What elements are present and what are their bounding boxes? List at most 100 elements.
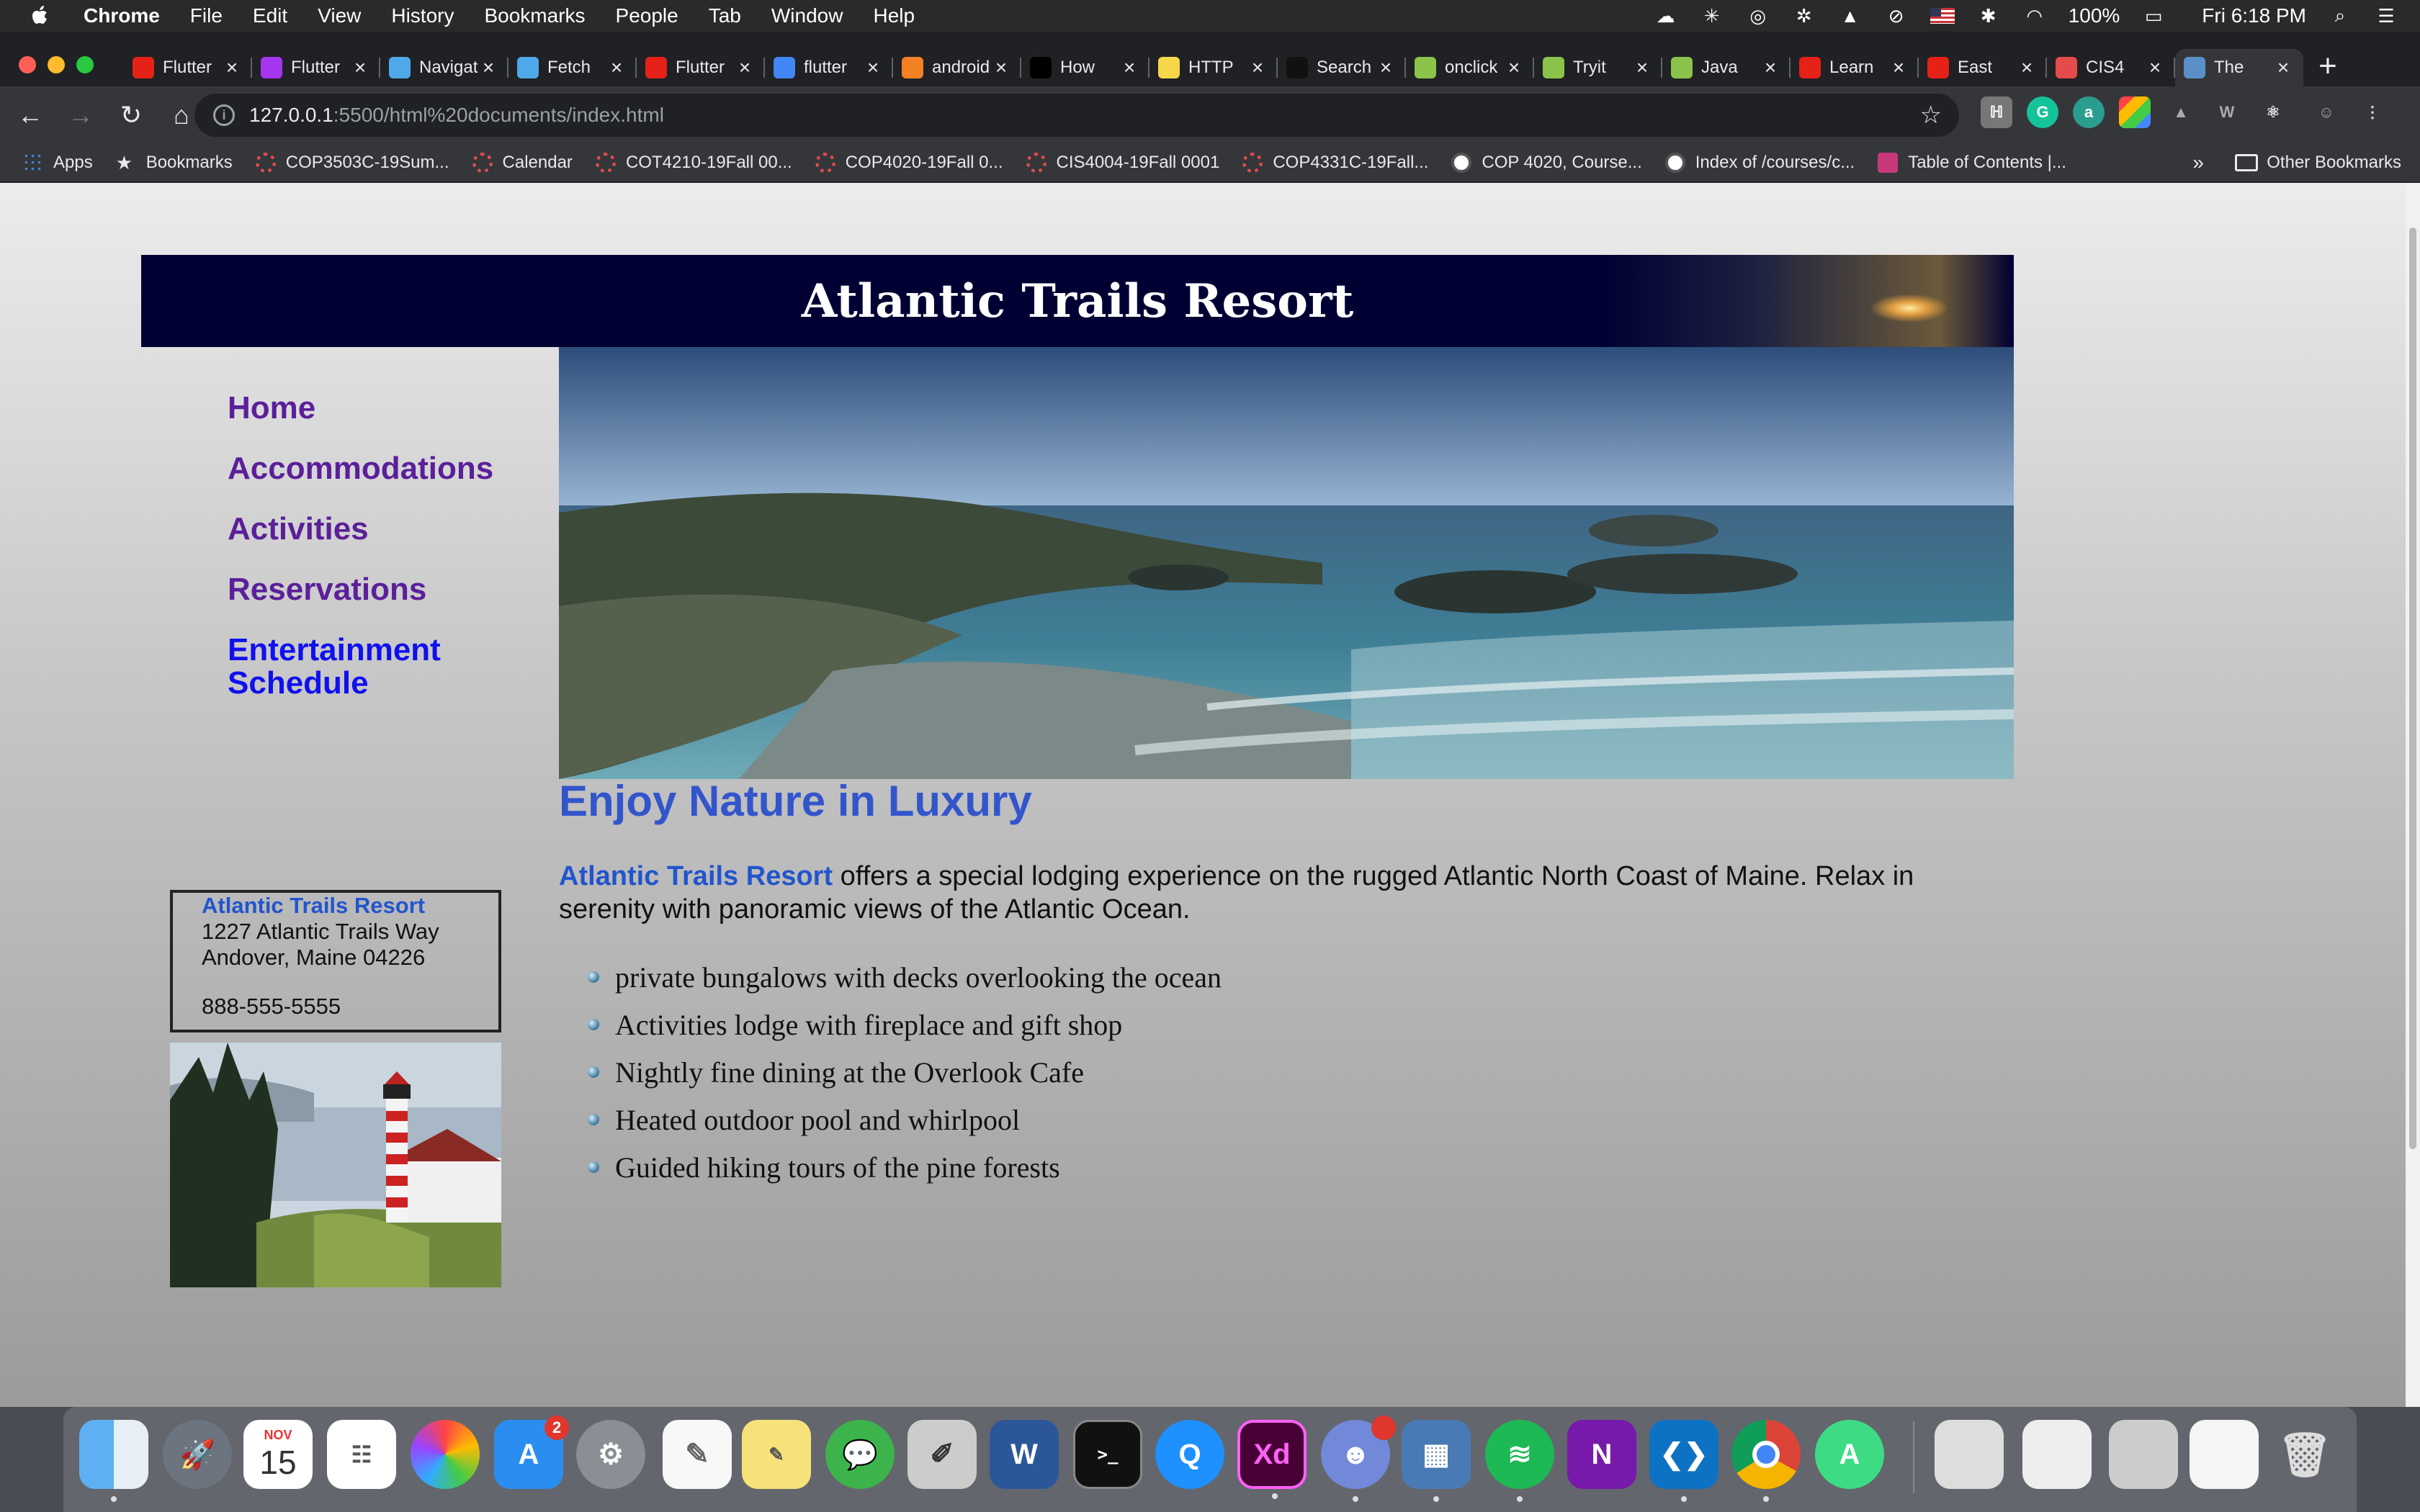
bookmark-star-icon[interactable]: ☆ — [1920, 101, 1942, 130]
back-arrow-icon[interactable]: ← — [9, 94, 52, 137]
sparkle-icon[interactable]: ✳ — [1700, 5, 1724, 27]
close-window-button[interactable] — [19, 56, 36, 73]
close-tab-icon[interactable]: × — [735, 56, 755, 79]
browser-tab[interactable]: Flutter × — [124, 49, 252, 86]
browser-tab[interactable]: Fetch × — [508, 49, 637, 86]
browser-tab[interactable]: Java × — [1662, 49, 1791, 86]
app-store-icon[interactable]: A2 — [494, 1416, 569, 1489]
close-tab-icon[interactable]: × — [1760, 56, 1780, 79]
bookmark-item[interactable]: COP3503C-19Sum... — [255, 153, 449, 173]
scrollbar-thumb[interactable] — [2409, 228, 2416, 1149]
wappalyzer-icon[interactable]: W — [2211, 96, 2243, 128]
reload-icon[interactable]: ↻ — [109, 94, 153, 137]
browser-tab[interactable]: Tryit × — [1534, 49, 1662, 86]
close-tab-icon[interactable]: × — [1376, 56, 1396, 79]
grammarly-icon[interactable]: G — [2027, 96, 2058, 128]
preview-icon[interactable]: ▦ — [1402, 1420, 1471, 1502]
close-tab-icon[interactable]: × — [2017, 56, 2037, 79]
bookmark-item[interactable]: COP 4020, Course... — [1451, 153, 1642, 173]
close-tab-icon[interactable]: × — [350, 56, 370, 79]
discord-icon[interactable]: ☻ — [1321, 1416, 1396, 1502]
textedit-icon[interactable]: ✎ — [663, 1420, 732, 1489]
google-chrome-icon[interactable] — [1731, 1420, 1801, 1502]
nav-reservations-link[interactable]: Reservations — [228, 573, 493, 606]
bookmark-item[interactable]: Index of /courses/c... — [1664, 153, 1855, 173]
address-bar[interactable]: i 127.0.0.1 :5500/html%20documents/index… — [194, 94, 1959, 137]
browser-tab[interactable]: How × — [1021, 49, 1150, 86]
browser-tab[interactable]: Flutter × — [637, 49, 765, 86]
us-flag-input-icon[interactable] — [1930, 8, 1955, 24]
spotlight-search-icon[interactable]: ⌕ — [2328, 4, 2352, 27]
microsoft-word-icon[interactable]: W — [990, 1420, 1059, 1489]
zoom-window-button[interactable] — [76, 56, 94, 73]
wechat-icon[interactable]: 💬 — [825, 1420, 895, 1489]
app-menu-chrome[interactable]: Chrome — [84, 4, 160, 27]
menu-bookmarks[interactable]: Bookmarks — [484, 4, 585, 27]
close-tab-icon[interactable]: × — [991, 56, 1011, 79]
close-tab-icon[interactable]: × — [222, 56, 242, 79]
browser-tab[interactable]: Navigation× — [380, 49, 508, 86]
colorful-extension-icon[interactable] — [2119, 96, 2151, 128]
browser-tab[interactable]: CIS4 × — [2047, 49, 2175, 86]
page-scrollbar[interactable] — [2406, 183, 2420, 1407]
notification-center-icon[interactable]: ☰ — [2374, 5, 2398, 27]
terminal-icon[interactable]: >_ — [1073, 1420, 1142, 1489]
nav-home-link[interactable]: Home — [228, 392, 493, 425]
browser-tab[interactable]: Flutter × — [252, 49, 380, 86]
menu-edit[interactable]: Edit — [253, 4, 287, 27]
adobe-xd-icon[interactable]: Xd — [1237, 1420, 1307, 1499]
icloud-icon[interactable]: ☁ — [1654, 5, 1678, 27]
spotify-icon[interactable]: ≋ — [1485, 1420, 1554, 1502]
minimized-window-thumbnail-icon[interactable] — [2022, 1420, 2092, 1489]
menubar-clock[interactable]: Fri 6:18 PM — [2202, 4, 2306, 27]
site-info-icon[interactable]: i — [213, 104, 235, 126]
trash-icon[interactable]: 🗑 — [2270, 1420, 2339, 1489]
chrome-menu-icon[interactable]: ⋮ — [2357, 96, 2388, 128]
apple-menu-icon[interactable] — [24, 0, 56, 32]
bookmark-item[interactable]: COP4331C-19Fall... — [1242, 153, 1428, 173]
close-tab-icon[interactable]: × — [1504, 56, 1524, 79]
menu-file[interactable]: File — [190, 4, 223, 27]
close-tab-icon[interactable]: × — [478, 56, 498, 79]
creative-cloud-icon[interactable]: ◎ — [1746, 5, 1770, 27]
nav-accommodations-link[interactable]: Accommodations — [228, 452, 493, 485]
browser-tab[interactable]: flutter × — [765, 49, 893, 86]
minimized-window-thumbnail-icon[interactable] — [2190, 1420, 2259, 1489]
nav-activities-link[interactable]: Activities — [228, 513, 493, 546]
drive-icon[interactable]: ▲ — [1838, 5, 1863, 27]
menu-view[interactable]: View — [318, 4, 361, 27]
finder-icon[interactable] — [79, 1420, 148, 1502]
onenote-icon[interactable]: N — [1567, 1420, 1636, 1489]
bookmark-item[interactable]: Calendar — [472, 153, 573, 173]
drive-extension-icon[interactable]: ▲ — [2165, 96, 2197, 128]
settings-gear-icon[interactable]: ✲ — [1792, 5, 1816, 27]
menu-window[interactable]: Window — [771, 4, 843, 27]
menu-people[interactable]: People — [616, 4, 678, 27]
close-tab-icon[interactable]: × — [606, 56, 627, 79]
do-not-disturb-icon[interactable]: ⊘ — [1884, 5, 1909, 27]
minimized-window-thumbnail-icon[interactable] — [2109, 1420, 2178, 1489]
vscode-icon[interactable]: ❮❯ — [1649, 1420, 1718, 1502]
close-tab-icon[interactable]: × — [1119, 56, 1139, 79]
browser-tab[interactable]: HTTP × — [1150, 49, 1278, 86]
menu-history[interactable]: History — [391, 4, 454, 27]
launchpad-icon[interactable]: 🚀 — [163, 1420, 232, 1489]
menu-tab[interactable]: Tab — [709, 4, 741, 27]
react-devtools-icon[interactable]: ⚛ — [2257, 96, 2289, 128]
close-tab-icon[interactable]: × — [2145, 56, 2165, 79]
extension-badge-icon[interactable]: a — [2073, 96, 2105, 128]
android-studio-icon[interactable]: A — [1815, 1420, 1884, 1489]
profile-icon[interactable]: ☺ — [2311, 96, 2342, 128]
menu-help[interactable]: Help — [873, 4, 915, 27]
forward-arrow-icon[interactable]: → — [59, 94, 102, 137]
browser-tab[interactable]: The × — [2175, 49, 2303, 86]
bookmark-item[interactable]: ★ Bookmarks — [116, 153, 233, 173]
quicktime-icon[interactable]: Q — [1155, 1420, 1224, 1489]
minimized-window-thumbnail-icon[interactable] — [1935, 1420, 2004, 1489]
other-bookmarks-folder[interactable]: Other Bookmarks — [2235, 153, 2401, 173]
nav-entertainment-schedule-link[interactable]: Entertainment Schedule — [228, 634, 487, 700]
bookmark-item[interactable]: Table of Contents |... — [1878, 153, 2066, 173]
close-tab-icon[interactable]: × — [2273, 56, 2293, 79]
browser-tab[interactable]: onclick × — [1406, 49, 1534, 86]
close-tab-icon[interactable]: × — [1632, 56, 1652, 79]
